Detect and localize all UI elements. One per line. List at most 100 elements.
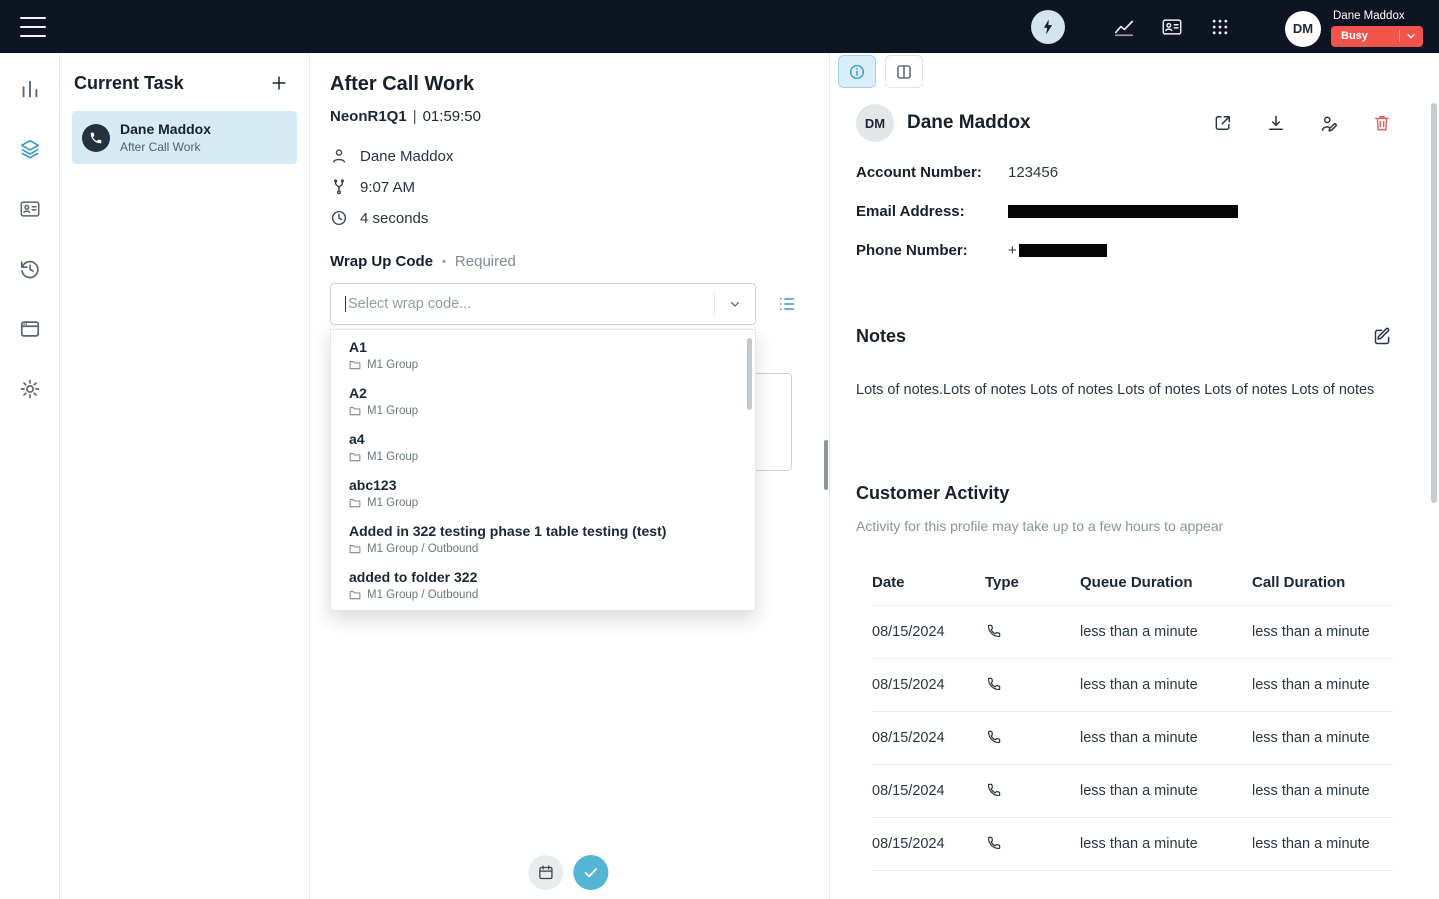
nav-tasks-button[interactable] (10, 129, 50, 169)
activity-date: 08/15/2024 (872, 836, 985, 852)
phone-icon (985, 729, 1080, 746)
select-chevron-button[interactable] (715, 284, 755, 324)
wrap-code-input[interactable] (346, 296, 714, 312)
required-label: Required (455, 253, 516, 270)
complete-acw-button[interactable] (573, 855, 608, 890)
metrics-button[interactable] (1111, 14, 1137, 40)
trash-icon (1372, 113, 1392, 133)
wrap-code-select[interactable] (330, 283, 756, 325)
notes-text: Lots of notes.Lots of notes Lots of note… (856, 381, 1393, 401)
phone-icon (985, 623, 1080, 640)
wrap-code-option[interactable]: a4 M1 Group (331, 424, 755, 470)
activity-row: 08/15/2024 less than a minute less than … (872, 712, 1393, 765)
nav-settings-button[interactable] (10, 369, 50, 409)
delete-contact-button[interactable] (1371, 112, 1393, 134)
bar-chart-icon (19, 78, 41, 100)
activity-date: 08/15/2024 (872, 783, 985, 799)
wrap-up-area: A1 M1 Group A2 (330, 283, 792, 325)
email-field: Email Address: (856, 203, 1393, 220)
activity-row: 08/15/2024 less than a minute less than … (872, 659, 1393, 712)
activity-row: 08/15/2024 less than a minute less than … (872, 765, 1393, 818)
wrap-code-option[interactable]: Added in 322 testing phase 1 table testi… (331, 516, 755, 562)
phone-field: Phone Number: + (856, 242, 1393, 259)
session-separator: | (413, 108, 417, 125)
profile-actions (1212, 112, 1393, 134)
person-icon (330, 147, 348, 165)
call-duration: 4 seconds (360, 210, 428, 227)
contact-name: Dane Maddox (360, 148, 453, 165)
profile-name: Dane Maddox (907, 112, 1031, 134)
profile-panel: DM Dane Maddox (830, 53, 1439, 899)
add-task-button[interactable] (267, 71, 291, 95)
activity-queue-duration: less than a minute (1080, 624, 1252, 640)
redacted-email (1008, 205, 1238, 218)
chevron-down-icon (1406, 31, 1416, 41)
task-list-item[interactable]: Dane Maddox After Call Work (72, 111, 297, 164)
schedule-button[interactable] (528, 855, 563, 890)
phone-icon (985, 676, 1080, 693)
contacts-icon (19, 198, 41, 220)
dialpad-button[interactable] (1207, 14, 1233, 40)
download-profile-button[interactable] (1265, 112, 1287, 134)
activity-row: 08/15/2024 less than a minute less than … (872, 606, 1393, 659)
info-icon (848, 63, 866, 81)
wrap-code-list-button[interactable] (770, 287, 804, 321)
user-avatar[interactable]: DM (1285, 11, 1321, 47)
person-edit-icon (1319, 113, 1340, 134)
split-view-tab[interactable] (885, 55, 923, 88)
layers-icon (19, 138, 41, 160)
edit-notes-button[interactable] (1371, 325, 1393, 347)
activity-call-duration: less than a minute (1252, 783, 1393, 799)
quick-connect-button[interactable] (1031, 10, 1065, 44)
wrap-code-option[interactable]: abc123 M1 Group (331, 470, 755, 516)
dialpad-icon (1210, 17, 1230, 37)
activity-call-duration: less than a minute (1252, 677, 1393, 693)
list-icon (777, 294, 797, 314)
phone-icon (985, 782, 1080, 799)
open-external-icon (1213, 113, 1233, 133)
customer-activity-subtitle: Activity for this profile may take up to… (856, 518, 1393, 534)
chevron-down-icon (728, 297, 742, 311)
directory-button[interactable] (1159, 14, 1185, 40)
wrap-code-option[interactable]: A2 M1 Group (331, 378, 755, 424)
wrap-code-option[interactable]: A1 M1 Group (331, 332, 755, 378)
col-type: Type (985, 574, 1080, 591)
customer-activity-title: Customer Activity (856, 483, 1393, 504)
nav-history-button[interactable] (10, 249, 50, 289)
info-view-tab[interactable] (838, 55, 876, 88)
open-profile-button[interactable] (1212, 112, 1234, 134)
notes-title: Notes (856, 326, 906, 347)
acw-scrollbar[interactable] (824, 440, 828, 490)
task-contact-name: Dane Maddox (120, 121, 211, 137)
plus-icon (269, 73, 289, 93)
profile-scrollbar[interactable] (1431, 103, 1437, 503)
edit-contact-button[interactable] (1318, 112, 1340, 134)
activity-call-duration: less than a minute (1252, 730, 1393, 746)
col-queue-duration: Queue Duration (1080, 574, 1252, 591)
wrap-up-label: Wrap Up Code (330, 253, 433, 270)
profile-avatar: DM (856, 104, 894, 142)
download-icon (1266, 113, 1286, 133)
task-state-label: After Call Work (120, 140, 211, 154)
line-chart-icon (1113, 16, 1135, 38)
contact-name-row: Dane Maddox (330, 147, 829, 165)
nav-contacts-button[interactable] (10, 189, 50, 229)
folder-icon (349, 497, 361, 509)
top-bar: DM Dane Maddox Busy (0, 0, 1439, 53)
required-bullet: • (442, 256, 446, 268)
status-dropdown[interactable]: Busy (1331, 26, 1423, 47)
nav-dashboard-button[interactable] (10, 69, 50, 109)
nav-rail (0, 53, 60, 899)
col-date: Date (872, 574, 985, 591)
calendar-icon (537, 864, 554, 881)
wrap-up-label-row: Wrap Up Code • Required (330, 253, 829, 270)
menu-icon[interactable] (20, 17, 46, 37)
dropdown-scrollbar[interactable] (747, 338, 752, 410)
call-avatar (82, 124, 110, 152)
activity-queue-duration: less than a minute (1080, 836, 1252, 852)
profile-view-toggles (838, 55, 1393, 88)
nav-browser-button[interactable] (10, 309, 50, 349)
user-name: Dane Maddox (1333, 10, 1405, 22)
folder-icon (349, 405, 361, 417)
wrap-code-option[interactable]: added to folder 322 M1 Group / Outbound (331, 562, 755, 608)
